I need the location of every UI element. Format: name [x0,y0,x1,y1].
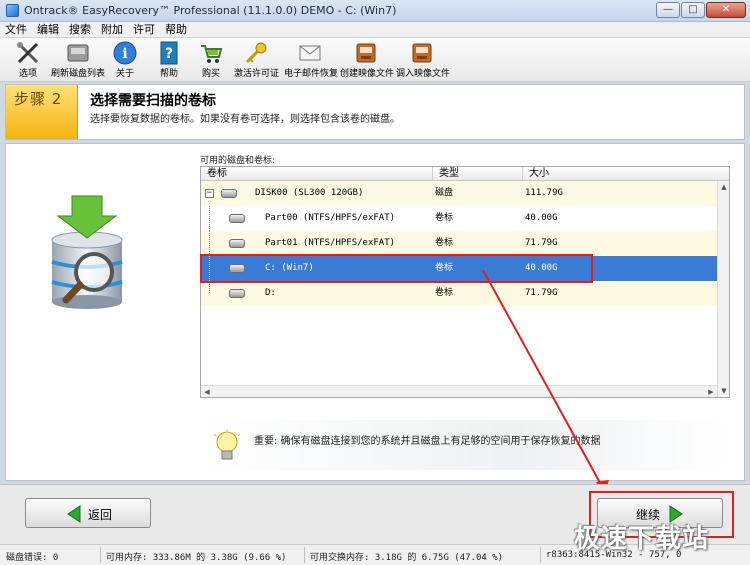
memory-status: 可用内存: 333.86M 的 3.38G (9.66 %) [106,553,287,563]
status-separator [540,547,541,563]
back-label: 返回 [88,508,113,522]
status-separator [100,547,101,563]
disk-errors: 磁盘错误: 0 [6,553,59,563]
guide-arrow-icon [482,269,609,496]
site-watermark: 极速下载站 [574,524,710,554]
swap-status: 可用交换内存: 3.18G 的 6.75G (47.04 %) [310,553,504,563]
status-separator [304,547,305,563]
back-arrow-icon [67,505,81,523]
back-button[interactable]: 返回 [25,498,151,528]
